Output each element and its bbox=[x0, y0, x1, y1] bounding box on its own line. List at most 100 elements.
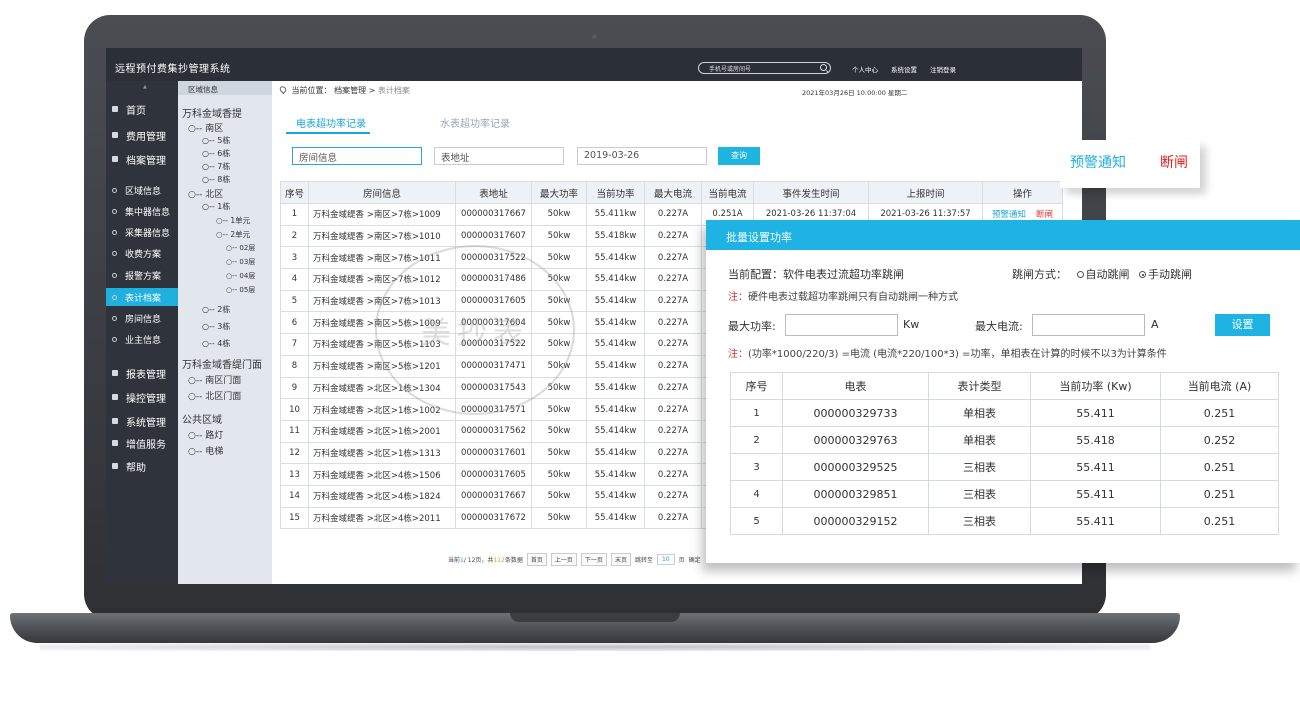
radio-manual-label[interactable]: 手动跳闸 bbox=[1148, 268, 1192, 281]
collapse-icon[interactable]: ▲ bbox=[143, 84, 147, 90]
link-personal-center[interactable]: 个人中心 bbox=[852, 64, 878, 74]
tree-node[interactable]: ○-- 2栋 bbox=[202, 304, 230, 315]
tree-node[interactable]: ○-- 4栋 bbox=[202, 338, 230, 349]
table-cell: 000000317571 bbox=[455, 398, 532, 421]
tree-node[interactable]: ○-- 8栋 bbox=[202, 174, 230, 185]
table-cell: 0.251 bbox=[1160, 507, 1279, 535]
table-cell: 单相表 bbox=[928, 426, 1031, 454]
table-cell: 000000329733 bbox=[782, 399, 929, 427]
table-row[interactable]: 2 000000329763 单相表 55.418 0.252 bbox=[730, 426, 1279, 454]
tree-node[interactable]: ○-- 南区门面 bbox=[188, 373, 241, 386]
tree-node[interactable]: ○-- 03层 bbox=[226, 257, 255, 267]
max-power-input[interactable] bbox=[785, 314, 898, 336]
nav-item-home[interactable]: 首页 bbox=[106, 100, 178, 118]
radio-auto-trip[interactable] bbox=[1076, 271, 1084, 278]
table-cell: 000000317667 bbox=[455, 484, 532, 508]
first-page-button[interactable]: 首页 bbox=[526, 553, 547, 566]
table-cell: 55.414kw bbox=[586, 419, 645, 443]
search-icon[interactable] bbox=[820, 64, 827, 71]
nav-item-meter-archive[interactable]: 表计档案 bbox=[106, 288, 178, 306]
datetime: 2021年03月26日 10:00:00 星期二 bbox=[802, 89, 908, 97]
nav-item-concentrator[interactable]: 集中器信息 bbox=[106, 202, 178, 220]
next-page-button[interactable]: 下一页 bbox=[580, 553, 607, 566]
nav-item-value-added[interactable]: 增值服务 bbox=[106, 434, 178, 452]
confirm-page-button[interactable]: 确定 bbox=[689, 555, 701, 564]
tree-node[interactable]: 公共区域 bbox=[182, 411, 222, 426]
laptop-notch bbox=[510, 613, 680, 622]
nav-item-archives[interactable]: 档案管理 bbox=[106, 150, 178, 168]
owner-icon bbox=[112, 336, 117, 342]
table-cell: 000000317667 bbox=[455, 203, 532, 226]
tab-electric-overpower[interactable]: 电表超功率记录 bbox=[296, 115, 366, 130]
tree-node[interactable]: ○-- 北区门面 bbox=[188, 389, 241, 402]
table-cell: 55.414kw bbox=[586, 268, 645, 291]
tree-node[interactable]: ○-- 6栋 bbox=[202, 148, 230, 159]
concentrator-icon bbox=[112, 208, 117, 214]
col-header: 最大电流 bbox=[644, 181, 702, 204]
table-row[interactable]: 4 000000329851 三相表 55.411 0.251 bbox=[730, 480, 1279, 508]
nav-item-alarm-plan[interactable]: 报警方案 bbox=[106, 266, 178, 284]
meter-address-field[interactable]: 表地址 bbox=[434, 147, 564, 165]
tree-node[interactable]: ○-- 02层 bbox=[226, 243, 255, 253]
nav-item-collector[interactable]: 采集器信息 bbox=[106, 223, 178, 241]
table-cell: 0.251 bbox=[1160, 480, 1279, 508]
nav-item-system[interactable]: 系统管理 bbox=[106, 412, 178, 430]
nav-item-region[interactable]: 区域信息 bbox=[106, 181, 178, 199]
warning-notice-button[interactable]: 预警通知 bbox=[1070, 152, 1126, 172]
nav-item-room[interactable]: 房间信息 bbox=[106, 309, 178, 327]
tree-node[interactable]: ○-- 05层 bbox=[226, 285, 255, 295]
tree-node[interactable]: ○-- 1栋 bbox=[202, 201, 230, 212]
max-current-input[interactable] bbox=[1032, 314, 1145, 336]
nav-item-fee-plan[interactable]: 收费方案 bbox=[106, 244, 178, 262]
table-row[interactable]: 3 000000329525 三相表 55.411 0.251 bbox=[730, 453, 1279, 481]
nav-item-fees[interactable]: 费用管理 bbox=[106, 126, 178, 144]
search-input[interactable]: 手机号或房间号 bbox=[698, 62, 831, 74]
tree-node[interactable]: ○-- 04层 bbox=[226, 271, 255, 281]
link-logout[interactable]: 注销登录 bbox=[930, 64, 956, 74]
room-info-field[interactable]: 房间信息 bbox=[292, 147, 422, 165]
nav-item-reports[interactable]: 报表管理 bbox=[106, 364, 178, 382]
tree-node[interactable]: ○-- 5栋 bbox=[202, 135, 230, 146]
warning-notice-link[interactable]: 预警通知 bbox=[992, 210, 1026, 220]
tree-node[interactable]: 万科金域香缇门面 bbox=[182, 356, 262, 371]
last-page-button[interactable]: 末页 bbox=[610, 553, 631, 566]
nav-item-owner[interactable]: 业主信息 bbox=[106, 330, 178, 348]
system-icon bbox=[112, 418, 118, 424]
trip-button[interactable]: 断闸 bbox=[1160, 152, 1188, 172]
table-cell: 万科金域缇香 >南区>7栋>1009 bbox=[308, 203, 456, 226]
table-cell: 0.227A bbox=[644, 441, 702, 465]
tree-node[interactable]: ○-- 北区 bbox=[188, 187, 223, 200]
tree-node[interactable]: ○-- 2单元 bbox=[216, 229, 250, 240]
table-cell: 万科金域缇香 >北区>1栋>2001 bbox=[308, 419, 456, 443]
tree-node[interactable]: ○-- 南区 bbox=[188, 121, 223, 134]
table-cell: 0.227A bbox=[644, 354, 702, 378]
table-cell: 5 bbox=[730, 507, 783, 535]
table-cell: 3 bbox=[730, 453, 783, 481]
tab-water-overpower[interactable]: 水表超功率记录 bbox=[440, 115, 510, 130]
trip-link[interactable]: 断闸 bbox=[1036, 210, 1053, 220]
table-cell: 55.411 bbox=[1030, 453, 1161, 481]
tree-node[interactable]: 万科金域香提 bbox=[182, 105, 242, 120]
batch-meter-table: 序号 电表 表计类型 当前功率 (Kw) 当前电流 (A) 1 000000329… bbox=[730, 372, 1279, 535]
link-system-settings[interactable]: 系统设置 bbox=[891, 64, 917, 74]
tree-node[interactable]: ○-- 电梯 bbox=[188, 444, 223, 457]
set-button[interactable]: 设置 bbox=[1215, 314, 1270, 336]
table-cell: 000000317471 bbox=[455, 354, 532, 378]
tree-node[interactable]: ○-- 7栋 bbox=[202, 161, 230, 172]
breadcrumb-archive[interactable]: 档案管理 > bbox=[334, 86, 375, 95]
nav-item-help[interactable]: 帮助 bbox=[106, 457, 178, 475]
tree-node[interactable]: ○-- 1单元 bbox=[216, 215, 250, 226]
table-row[interactable]: 1 000000329733 单相表 55.411 0.251 bbox=[730, 399, 1279, 427]
tree-node[interactable]: ○-- 路灯 bbox=[188, 428, 223, 441]
radio-auto-label[interactable]: 自动跳闸 bbox=[1086, 268, 1130, 281]
prev-page-button[interactable]: 上一页 bbox=[550, 553, 577, 566]
table-cell: 10 bbox=[280, 398, 309, 421]
date-field[interactable]: 2019-03-26 bbox=[577, 147, 707, 165]
radio-manual-trip[interactable] bbox=[1139, 271, 1146, 278]
nav-item-control[interactable]: 操控管理 bbox=[106, 388, 178, 406]
table-row[interactable]: 5 000000329152 三相表 55.411 0.251 bbox=[730, 507, 1279, 535]
tree-node[interactable]: ○-- 3栋 bbox=[202, 321, 230, 332]
page-input[interactable]: 10 bbox=[656, 554, 675, 565]
query-button[interactable]: 查询 bbox=[718, 147, 760, 165]
breadcrumb-prefix: 当前位置： bbox=[291, 86, 332, 95]
